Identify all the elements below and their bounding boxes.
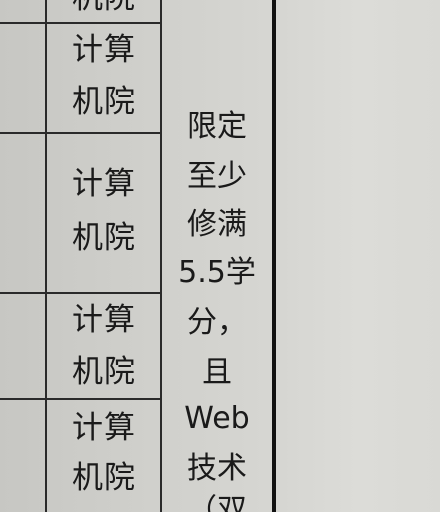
note-line: 技术 xyxy=(187,451,247,486)
dept-cell-line2: 机院 xyxy=(72,220,136,256)
dept-cell-line1: 计算 xyxy=(72,32,136,68)
dept-cell: 机院 xyxy=(52,0,156,18)
note-line: 且 xyxy=(202,355,232,390)
page-margin xyxy=(279,0,440,512)
dept-cell-line1: 计算 xyxy=(72,166,136,202)
note-line: 分， xyxy=(187,305,247,340)
column-divider-left xyxy=(45,0,47,512)
document-photo: 机院 计算 机院 计算 机院 计算 机院 计算 机院 限定 至少 修满 5.5学… xyxy=(0,0,440,512)
row-divider xyxy=(0,22,162,24)
column-divider-middle xyxy=(160,0,162,512)
dept-cell-line2: 机院 xyxy=(72,84,136,120)
note-line: 限定 xyxy=(187,109,247,144)
note-line: Web xyxy=(184,401,250,436)
dept-cell-line1: 计算 xyxy=(72,410,136,446)
row-divider xyxy=(0,292,162,294)
note-line: 至少 xyxy=(187,159,247,194)
dept-cell-line2: 机院 xyxy=(72,354,136,390)
note-line: 修满 xyxy=(187,207,247,242)
row-divider xyxy=(0,398,162,400)
note-line: （双 xyxy=(187,493,247,512)
note-line: 5.5学 xyxy=(178,255,256,290)
row-divider xyxy=(0,132,162,134)
dept-cell-line1: 计算 xyxy=(72,302,136,338)
table-right-border xyxy=(272,0,276,512)
dept-cell-line2: 机院 xyxy=(72,460,136,496)
